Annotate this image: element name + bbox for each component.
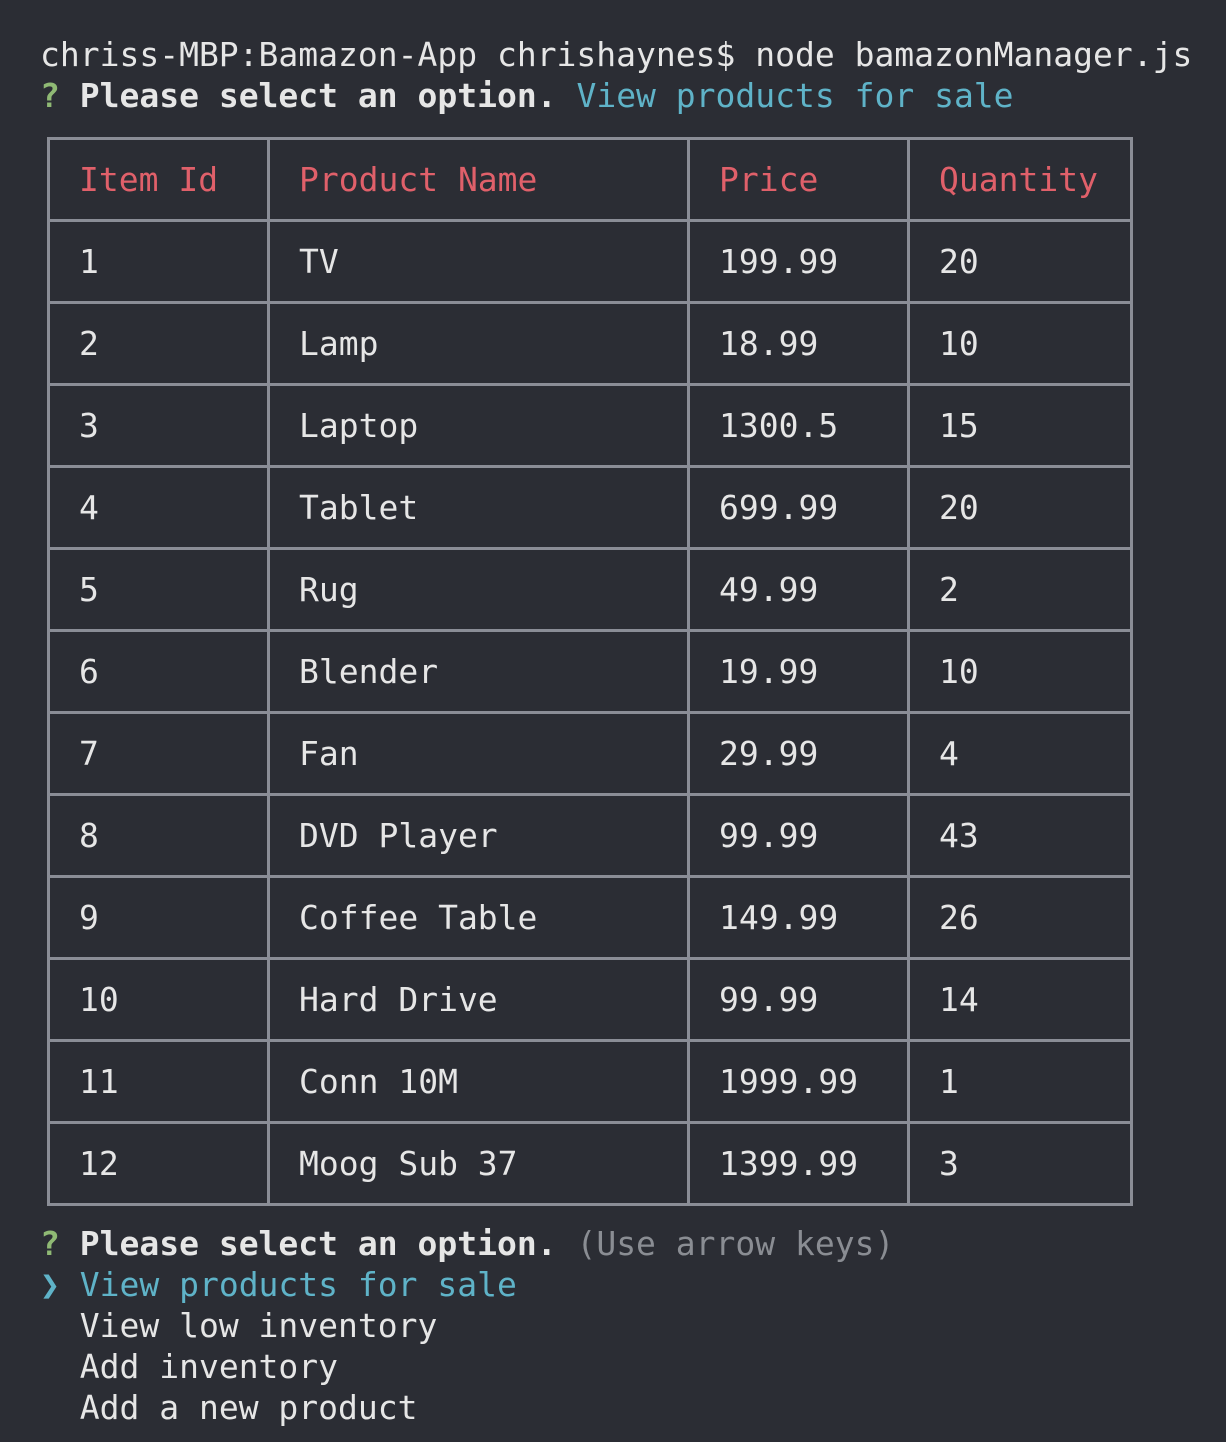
first-prompt: ? Please select an option. View products… — [40, 75, 1014, 116]
cell-item-id: 10 — [47, 957, 270, 1042]
prompt-mark: ? — [40, 1224, 60, 1263]
cell-product-name: Hard Drive — [267, 957, 690, 1042]
cell-product-name: Moog Sub 37 — [267, 1121, 690, 1206]
cell-item-id: 7 — [47, 711, 270, 796]
cell-item-id: 8 — [47, 793, 270, 878]
table-row: 8 DVD Player 99.99 43 — [47, 793, 1133, 878]
menu-option-label: Add inventory — [79, 1347, 339, 1386]
table-row: 2 Lamp 18.99 10 — [47, 301, 1133, 386]
cell-quantity: 4 — [907, 711, 1133, 796]
menu-option-label: View low inventory — [79, 1306, 438, 1345]
cell-quantity: 14 — [907, 957, 1133, 1042]
cell-quantity: 3 — [907, 1121, 1133, 1206]
cell-price: 1999.99 — [687, 1039, 910, 1124]
cell-quantity: 20 — [907, 219, 1133, 304]
table-row: 11 Conn 10M 1999.99 1 — [47, 1039, 1133, 1124]
header-price: Price — [687, 137, 910, 222]
prompt-mark: ? — [40, 76, 60, 115]
cell-item-id: 6 — [47, 629, 270, 714]
cell-item-id: 2 — [47, 301, 270, 386]
cell-quantity: 2 — [907, 547, 1133, 632]
products-table: Item Id Product Name Price Quantity 1 TV 1… — [47, 137, 1133, 1206]
menu-option-label: View products for sale — [79, 1265, 517, 1304]
cell-product-name: Tablet — [267, 465, 690, 550]
cell-price: 1300.5 — [687, 383, 910, 468]
header-quantity: Quantity — [907, 137, 1133, 222]
cell-price: 29.99 — [687, 711, 910, 796]
cell-price: 49.99 — [687, 547, 910, 632]
pointer-icon: ❯ — [40, 1265, 60, 1304]
menu-option-view-low-inventory[interactable]: View low inventory — [40, 1305, 438, 1346]
second-prompt: ? Please select an option. (Use arrow ke… — [40, 1223, 894, 1264]
table-row: 4 Tablet 699.99 20 — [47, 465, 1133, 550]
cell-product-name: Fan — [267, 711, 690, 796]
table-row: 1 TV 199.99 20 — [47, 219, 1133, 304]
cell-quantity: 43 — [907, 793, 1133, 878]
cell-price: 99.99 — [687, 957, 910, 1042]
prompt-question: Please select an option. — [79, 76, 557, 115]
header-product-name: Product Name — [267, 137, 690, 222]
menu-option-add-new-product[interactable]: Add a new product — [40, 1387, 418, 1428]
cell-quantity: 10 — [907, 301, 1133, 386]
menu-option-view-products[interactable]: ❯ View products for sale — [40, 1264, 517, 1305]
cell-quantity: 20 — [907, 465, 1133, 550]
header-item-id: Item Id — [47, 137, 270, 222]
cell-item-id: 4 — [47, 465, 270, 550]
cell-product-name: Rug — [267, 547, 690, 632]
cell-product-name: Laptop — [267, 383, 690, 468]
cell-quantity: 10 — [907, 629, 1133, 714]
table-row: 12 Moog Sub 37 1399.99 3 — [47, 1121, 1133, 1206]
cell-price: 699.99 — [687, 465, 910, 550]
cell-item-id: 12 — [47, 1121, 270, 1206]
table-row: 9 Coffee Table 149.99 26 — [47, 875, 1133, 960]
cell-price: 18.99 — [687, 301, 910, 386]
prompt-hint: (Use arrow keys) — [576, 1224, 895, 1263]
cell-price: 99.99 — [687, 793, 910, 878]
cell-quantity: 1 — [907, 1039, 1133, 1124]
table-row: 6 Blender 19.99 10 — [47, 629, 1133, 714]
cell-item-id: 1 — [47, 219, 270, 304]
table-header-row: Item Id Product Name Price Quantity — [47, 137, 1133, 222]
cell-price: 1399.99 — [687, 1121, 910, 1206]
cell-price: 149.99 — [687, 875, 910, 960]
table-row: 10 Hard Drive 99.99 14 — [47, 957, 1133, 1042]
cell-price: 19.99 — [687, 629, 910, 714]
table-row: 5 Rug 49.99 2 — [47, 547, 1133, 632]
cell-quantity: 26 — [907, 875, 1133, 960]
cell-item-id: 5 — [47, 547, 270, 632]
cell-quantity: 15 — [907, 383, 1133, 468]
cell-product-name: Lamp — [267, 301, 690, 386]
cell-item-id: 11 — [47, 1039, 270, 1124]
table-row: 3 Laptop 1300.5 15 — [47, 383, 1133, 468]
prompt-question: Please select an option. — [79, 1224, 557, 1263]
cell-item-id: 9 — [47, 875, 270, 960]
cell-item-id: 3 — [47, 383, 270, 468]
cell-product-name: Blender — [267, 629, 690, 714]
cell-product-name: TV — [267, 219, 690, 304]
cell-product-name: DVD Player — [267, 793, 690, 878]
command-line: chriss-MBP:Bamazon-App chrishaynes$ node… — [40, 35, 1193, 74]
menu-option-add-inventory[interactable]: Add inventory — [40, 1346, 338, 1387]
table-row: 7 Fan 29.99 4 — [47, 711, 1133, 796]
cell-product-name: Coffee Table — [267, 875, 690, 960]
cell-product-name: Conn 10M — [267, 1039, 690, 1124]
cell-price: 199.99 — [687, 219, 910, 304]
prompt-answer: View products for sale — [576, 76, 1014, 115]
menu-option-label: Add a new product — [79, 1388, 418, 1427]
